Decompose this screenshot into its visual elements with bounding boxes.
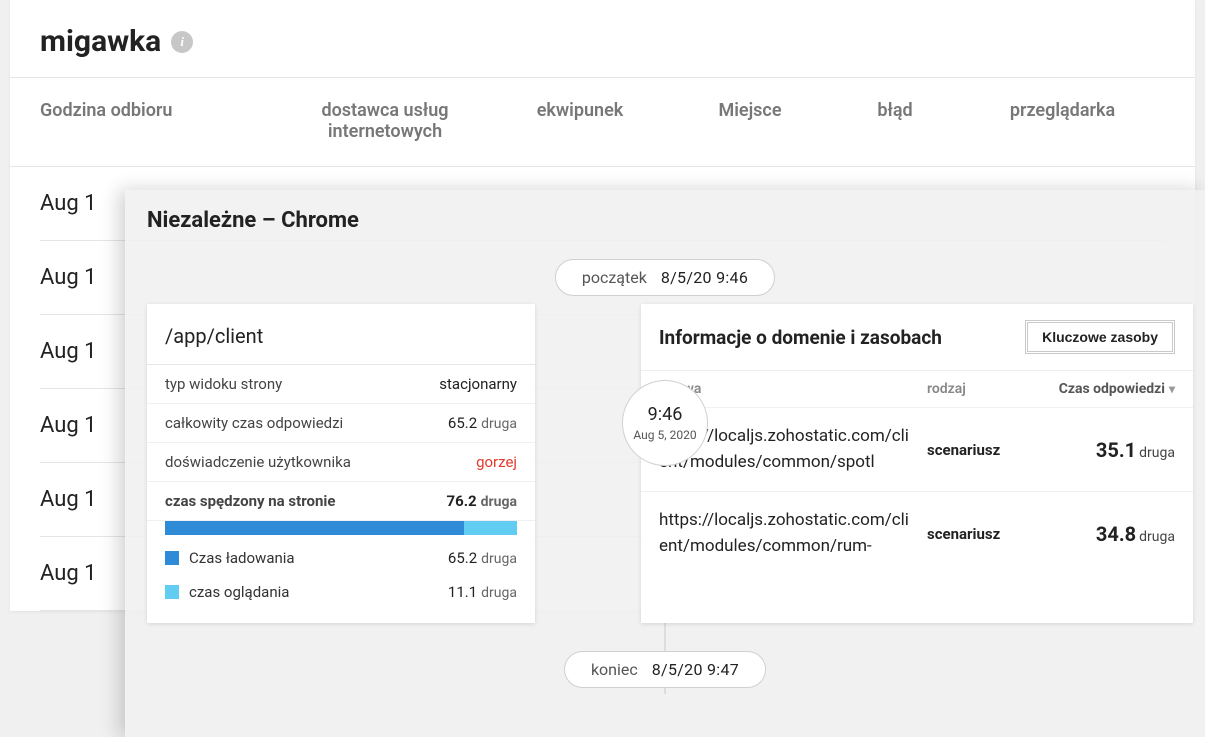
chevron-down-icon: ▾ [1169, 382, 1175, 396]
timeline-node[interactable]: 9:46 Aug 5, 2020 [622, 380, 708, 466]
metric-ux: doświadczenie użytkownika gorzej [147, 443, 535, 482]
detail-overlay: Niezależne – Chrome początek 8/5/20 9:46… [125, 190, 1205, 737]
overlay-title: Niezależne – Chrome [125, 190, 1205, 243]
resource-kind: scenariusz [927, 525, 1035, 543]
resource-kind: scenariusz [927, 441, 1035, 459]
col-header-isp[interactable]: dostawca usług internetowych [280, 78, 490, 166]
col-response-time[interactable]: Czas odpowiedzi ▾ [1035, 381, 1175, 397]
swatch-blue-icon [165, 551, 179, 565]
node-date: Aug 5, 2020 [633, 428, 696, 442]
page-metrics-panel: /app/client typ widoku strony stacjonarn… [147, 304, 535, 623]
time-bar [165, 521, 517, 535]
col-header-device[interactable]: ekwipunek [490, 78, 670, 166]
start-pill: początek 8/5/20 9:46 [555, 259, 775, 296]
bar-view-segment [464, 521, 517, 535]
start-label: początek [582, 268, 647, 287]
metric-view-type: typ widoku strony stacjonarny [147, 365, 535, 404]
resource-row[interactable]: https://localjs.zohostatic.com/client/mo… [641, 491, 1193, 575]
resource-value: 35.1druga [1035, 438, 1175, 462]
resource-url: https://localjs.zohostatic.com/client/mo… [659, 508, 927, 559]
page-header: migawka i [10, 0, 1195, 77]
end-pill: koniec 8/5/20 9:47 [564, 651, 766, 688]
col-kind[interactable]: rodzaj [927, 381, 1035, 397]
resources-title: Informacje o domenie i zasobach [659, 326, 942, 349]
end-value: 8/5/20 9:47 [652, 660, 739, 679]
resources-panel: Informacje o domenie i zasobach Kluczowe… [641, 304, 1193, 623]
col-header-location[interactable]: Miejsce [670, 78, 830, 166]
col-header-error[interactable]: błąd [830, 78, 960, 166]
end-label: koniec [591, 660, 638, 679]
resource-value: 34.8druga [1035, 522, 1175, 546]
col-name[interactable]: Nazwa [659, 381, 927, 397]
bar-load-segment [165, 521, 464, 535]
start-value: 8/5/20 9:46 [661, 268, 748, 287]
timeline: początek 8/5/20 9:46 9:46 Aug 5, 2020 /a… [125, 243, 1205, 724]
metric-total-rt: całkowity czas odpowiedzi 65.2druga [147, 404, 535, 443]
resource-row[interactable]: https://localjs.zohostatic.com/client/mo… [641, 407, 1193, 491]
legend-load: Czas ładowania 65.2druga [147, 541, 535, 575]
swatch-cyan-icon [165, 585, 179, 599]
node-time: 9:46 [648, 404, 683, 426]
table-column-headers: Godzina odbioru dostawca usług interneto… [10, 77, 1195, 167]
resources-table-head: Nazwa rodzaj Czas odpowiedzi ▾ [641, 371, 1193, 407]
col-header-browser[interactable]: przeglądarka [960, 78, 1165, 166]
page-title: migawka [40, 24, 161, 59]
info-icon[interactable]: i [171, 31, 193, 53]
legend-view: czas oglądania 11.1druga [147, 575, 535, 609]
col-header-time[interactable]: Godzina odbioru [40, 78, 280, 166]
resources-header: Informacje o domenie i zasobach Kluczowe… [641, 304, 1193, 371]
page-path: /app/client [147, 304, 535, 365]
metric-time-on-page: czas spędzony na stronie 76.2druga [147, 482, 535, 521]
key-resources-button[interactable]: Kluczowe zasoby [1025, 320, 1175, 354]
